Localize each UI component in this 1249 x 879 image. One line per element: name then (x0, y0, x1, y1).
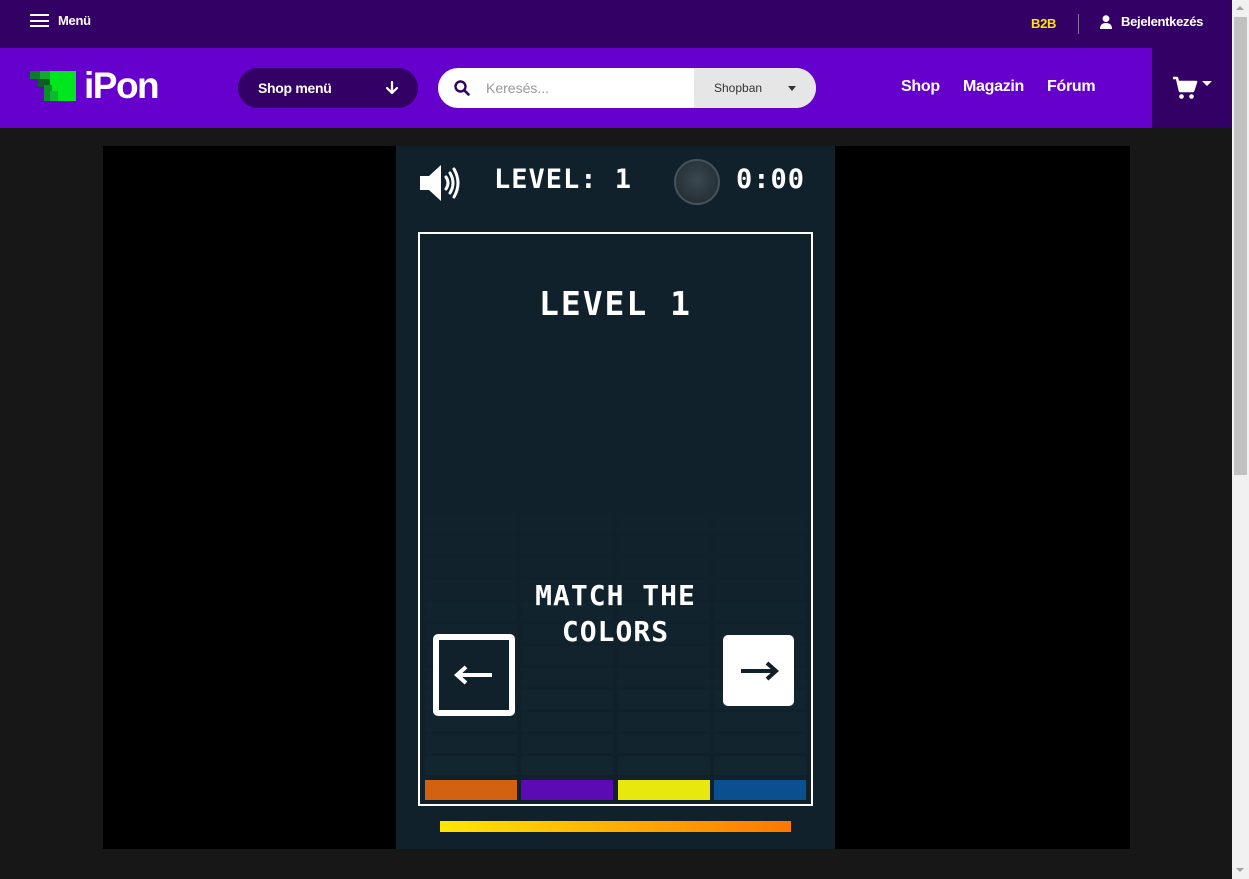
search-input[interactable] (486, 68, 694, 108)
grid-cell (425, 536, 517, 555)
grid-cell (714, 734, 806, 753)
scroll-down-icon[interactable] (1236, 868, 1244, 872)
game-board[interactable]: LEVEL 1 MATCH THE COLORS (418, 232, 813, 806)
grid-cell (521, 536, 613, 555)
search-scope-label: Shopban (714, 81, 763, 95)
ipon-logo[interactable]: iPon (30, 65, 160, 106)
nav-forum[interactable]: Fórum (1047, 78, 1096, 96)
grid-cell (618, 558, 710, 577)
grid-cell (714, 558, 806, 577)
shop-menu-label: Shop menü (258, 80, 332, 96)
grid-cell (618, 734, 710, 753)
grid-cell (618, 690, 710, 709)
arrow-right-icon (740, 661, 779, 680)
grid-cell (425, 558, 517, 577)
b2b-link[interactable]: B2B (1031, 16, 1056, 31)
sound-icon[interactable] (418, 162, 464, 204)
grid-cell (425, 514, 517, 533)
grid-cell (521, 558, 613, 577)
user-icon (1100, 14, 1112, 29)
color-bucket-orange (425, 780, 517, 800)
timer-bar (440, 821, 791, 832)
cart-icon (1173, 76, 1198, 99)
arrow-down-icon (386, 81, 398, 95)
pause-button[interactable] (674, 159, 720, 205)
hamburger-icon (30, 14, 49, 27)
grid-cell (425, 756, 517, 775)
grid-cell (618, 514, 710, 533)
grid-cell (521, 646, 613, 665)
grid-cell (618, 536, 710, 555)
caret-down-icon (788, 85, 796, 91)
logo-pixel-icon (30, 71, 76, 101)
search-scope-select[interactable]: Shopban (694, 68, 816, 108)
hud-level: LEVEL: 1 (494, 164, 633, 195)
grid-cell (521, 690, 613, 709)
board-message-line1: MATCH THE (535, 579, 696, 612)
shop-menu-button[interactable]: Shop menü (238, 68, 418, 108)
grid-cell (521, 712, 613, 731)
main-header: iPon Shop menü Shopban Shop Magazin Fóru… (0, 48, 1232, 128)
grid-cell (618, 756, 710, 775)
page-scrollbar[interactable] (1232, 0, 1249, 879)
menu-label: Menü (58, 13, 91, 28)
grid-cell (521, 514, 613, 533)
color-bucket-purple (521, 780, 613, 800)
nav-shop[interactable]: Shop (901, 78, 940, 96)
login-link[interactable]: Bejelentkezés (1100, 14, 1203, 29)
color-bucket-yellow (618, 780, 710, 800)
nav-magazin[interactable]: Magazin (963, 78, 1024, 96)
game-canvas[interactable]: LEVEL: 1 0:00 LEVEL 1 MATCH THE COLORS (396, 146, 835, 849)
move-right-button[interactable] (723, 635, 794, 706)
grid-cell (714, 514, 806, 533)
search-icon[interactable] (438, 80, 486, 96)
color-bucket-blue (714, 780, 806, 800)
search-bar: Shopban (438, 68, 816, 108)
logo-text: iPon (84, 65, 160, 106)
menu-button[interactable]: Menü (30, 13, 91, 28)
grid-cell (425, 734, 517, 753)
grid-cell (714, 712, 806, 731)
arrow-left-icon (454, 665, 492, 685)
top-bar: Menü B2B Bejelentkezés (0, 0, 1232, 48)
grid-cell (521, 756, 613, 775)
grid-cell (618, 668, 710, 687)
grid-cell (618, 646, 710, 665)
cart-button[interactable] (1152, 48, 1232, 128)
grid-cell (714, 756, 806, 775)
grid-cell (521, 734, 613, 753)
login-label: Bejelentkezés (1121, 14, 1204, 29)
topbar-divider (1078, 14, 1079, 34)
grid-cell (618, 712, 710, 731)
scroll-up-icon[interactable] (1236, 6, 1244, 10)
scroll-thumb[interactable] (1234, 17, 1247, 475)
hud-timer: 0:00 (736, 164, 806, 195)
move-left-button[interactable] (433, 634, 515, 716)
board-level-title: LEVEL 1 (538, 284, 693, 323)
grid-cell (521, 668, 613, 687)
caret-down-icon (1202, 80, 1212, 86)
grid-cell (714, 536, 806, 555)
